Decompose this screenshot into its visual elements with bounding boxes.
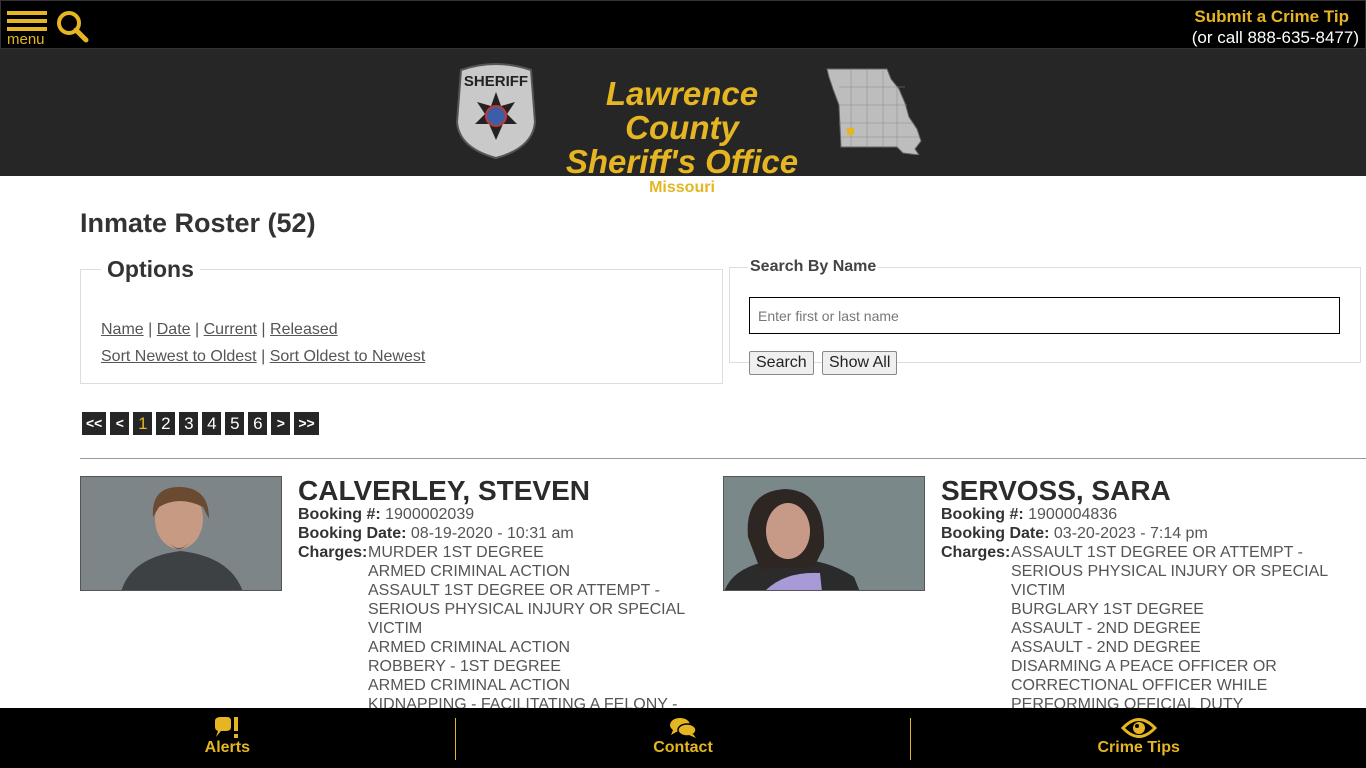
search-button[interactable] bbox=[55, 9, 89, 43]
booking-date-value: 08-19-2020 - 10:31 am bbox=[410, 525, 574, 542]
filter-date-link[interactable]: Date bbox=[157, 321, 191, 338]
brand-state: Missouri bbox=[649, 179, 715, 196]
sort-newest-link[interactable]: Sort Newest to Oldest bbox=[101, 348, 257, 365]
mugshot-image bbox=[81, 477, 281, 590]
crime-tip-phone: (or call 888-635-8477) bbox=[1191, 28, 1359, 47]
crime-tip-title[interactable]: Submit a Crime Tip bbox=[1192, 6, 1349, 27]
booking-date-row: Booking Date: 08-19-2020 - 10:31 am bbox=[298, 524, 718, 543]
filter-name-link[interactable]: Name bbox=[101, 321, 144, 338]
charges-list: MURDER 1ST DEGREE ARMED CRIMINAL ACTION … bbox=[368, 543, 718, 733]
search-button-submit[interactable]: Search bbox=[749, 351, 814, 375]
hamburger-icon-bar bbox=[7, 19, 47, 23]
charge-item: ARMED CRIMINAL ACTION bbox=[368, 639, 571, 656]
inmate-info: CALVERLEY, STEVEN Booking #: 1900002039 … bbox=[298, 476, 718, 733]
filter-released-link[interactable]: Released bbox=[270, 321, 338, 338]
footer-contact-button[interactable]: Contact bbox=[456, 708, 911, 768]
lawrence-county-marker bbox=[847, 128, 854, 135]
inmate-name[interactable]: SERVOSS, SARA bbox=[941, 476, 1361, 505]
pagination: << < 1 2 3 4 5 6 > >> bbox=[82, 412, 319, 435]
inmate-photo[interactable] bbox=[80, 476, 282, 591]
top-bar: menu Submit a Crime Tip (or call 888-635… bbox=[0, 0, 1366, 49]
last-page-button[interactable]: >> bbox=[294, 412, 319, 435]
brand-line-1: Lawrence County bbox=[605, 75, 759, 146]
charges-list: ASSAULT 1ST DEGREE OR ATTEMPT - SERIOUS … bbox=[1011, 543, 1361, 733]
charge-item: ASSAULT - 2ND DEGREE bbox=[1011, 620, 1201, 637]
charge-item: ARMED CRIMINAL ACTION bbox=[368, 563, 571, 580]
inmate-photo[interactable] bbox=[723, 476, 925, 591]
booking-date-value: 03-20-2023 - 7:14 pm bbox=[1053, 525, 1208, 542]
menu-button[interactable]: menu bbox=[7, 11, 49, 49]
footer-crime-tips-label: Crime Tips bbox=[1097, 739, 1180, 756]
options-panel: Options Name | Date | Current | Released… bbox=[80, 256, 723, 384]
charge-item: ROBBERY - 1ST DEGREE bbox=[368, 658, 561, 675]
missouri-map-icon bbox=[826, 68, 922, 155]
booking-number-value: 1900002039 bbox=[385, 506, 475, 523]
booking-number-label: Booking #: bbox=[298, 506, 381, 523]
footer-crime-tips-button[interactable]: Crime Tips bbox=[911, 708, 1366, 768]
eye-icon bbox=[1120, 718, 1157, 738]
page-6-button[interactable]: 6 bbox=[248, 412, 268, 435]
sheriff-badge-logo: SHERIFF bbox=[455, 63, 537, 160]
page-4-button[interactable]: 4 bbox=[202, 412, 222, 435]
page-title: Inmate Roster (52) bbox=[80, 208, 316, 238]
booking-date-row: Booking Date: 03-20-2023 - 7:14 pm bbox=[941, 524, 1361, 543]
charges-row: Charges: MURDER 1ST DEGREE ARMED CRIMINA… bbox=[298, 543, 718, 733]
badge-text: SHERIFF bbox=[464, 73, 528, 90]
charge-item: BURGLARY 1ST DEGREE bbox=[1011, 601, 1204, 618]
footer-alerts-label: Alerts bbox=[204, 739, 251, 756]
options-legend: Options bbox=[107, 256, 194, 282]
booking-date-label: Booking Date: bbox=[298, 525, 407, 542]
charge-item: MURDER 1ST DEGREE bbox=[368, 544, 544, 561]
name-search-input[interactable] bbox=[749, 297, 1340, 334]
booking-number-label: Booking #: bbox=[941, 506, 1024, 523]
charge-item: ASSAULT 1ST DEGREE OR ATTEMPT - SERIOUS … bbox=[1011, 544, 1328, 599]
filter-links: Name | Date | Current | Released bbox=[101, 321, 338, 339]
page-1-button[interactable]: 1 bbox=[133, 412, 153, 435]
menu-label: menu bbox=[7, 31, 45, 48]
sort-oldest-link[interactable]: Sort Oldest to Newest bbox=[270, 348, 426, 365]
page-2-button[interactable]: 2 bbox=[156, 412, 176, 435]
hamburger-icon bbox=[7, 11, 47, 15]
search-legend: Search By Name bbox=[750, 258, 877, 275]
brand-title[interactable]: Lawrence County Sheriff's Office Missour… bbox=[546, 77, 818, 197]
booking-number-value: 1900004836 bbox=[1028, 506, 1118, 523]
charges-label: Charges: bbox=[298, 544, 368, 561]
inmate-info: SERVOSS, SARA Booking #: 1900004836 Book… bbox=[941, 476, 1361, 733]
filter-current-link[interactable]: Current bbox=[204, 321, 257, 338]
booking-date-label: Booking Date: bbox=[941, 525, 1050, 542]
charge-item: ASSAULT 1ST DEGREE OR ATTEMPT - SERIOUS … bbox=[368, 582, 685, 637]
charge-item: ASSAULT - 2ND DEGREE bbox=[1011, 639, 1201, 656]
booking-number-row: Booking #: 1900002039 bbox=[298, 505, 718, 524]
charge-item: ARMED CRIMINAL ACTION bbox=[368, 677, 571, 694]
separator: | bbox=[195, 321, 200, 338]
charges-label: Charges: bbox=[941, 544, 1011, 561]
chat-bubbles-icon bbox=[670, 718, 697, 738]
divider bbox=[80, 458, 1366, 459]
search-icon bbox=[57, 11, 89, 43]
booking-number-row: Booking #: 1900004836 bbox=[941, 505, 1361, 524]
brand-line-2: Sheriff's Office bbox=[565, 143, 799, 180]
prev-page-button[interactable]: < bbox=[110, 412, 130, 435]
inmate-name[interactable]: CALVERLEY, STEVEN bbox=[298, 476, 718, 505]
separator: | bbox=[148, 321, 153, 338]
crime-tip-link[interactable]: Submit a Crime Tip (or call 888-635-8477… bbox=[1192, 6, 1359, 49]
separator: | bbox=[261, 321, 266, 338]
alert-bubble-icon bbox=[215, 717, 239, 738]
footer-alerts-button[interactable]: Alerts bbox=[0, 708, 455, 768]
first-page-button[interactable]: << bbox=[82, 412, 107, 435]
footer-contact-label: Contact bbox=[653, 739, 713, 756]
site-banner: SHERIFF Lawrence County Sheriff's Office… bbox=[0, 49, 1366, 196]
charge-item: DISARMING A PEACE OFFICER OR CORRECTIONA… bbox=[1011, 658, 1277, 713]
separator: | bbox=[261, 348, 266, 365]
show-all-button[interactable]: Show All bbox=[822, 351, 898, 375]
next-page-button[interactable]: > bbox=[271, 412, 291, 435]
search-panel: Search By Name Search Show All bbox=[729, 258, 1361, 375]
bottom-nav: Alerts Contact Crime Tips bbox=[0, 708, 1366, 768]
mugshot-image bbox=[724, 477, 924, 590]
page-5-button[interactable]: 5 bbox=[225, 412, 245, 435]
page-3-button[interactable]: 3 bbox=[179, 412, 199, 435]
sort-links: Sort Newest to Oldest | Sort Oldest to N… bbox=[101, 348, 425, 366]
charges-row: Charges: ASSAULT 1ST DEGREE OR ATTEMPT -… bbox=[941, 543, 1361, 733]
